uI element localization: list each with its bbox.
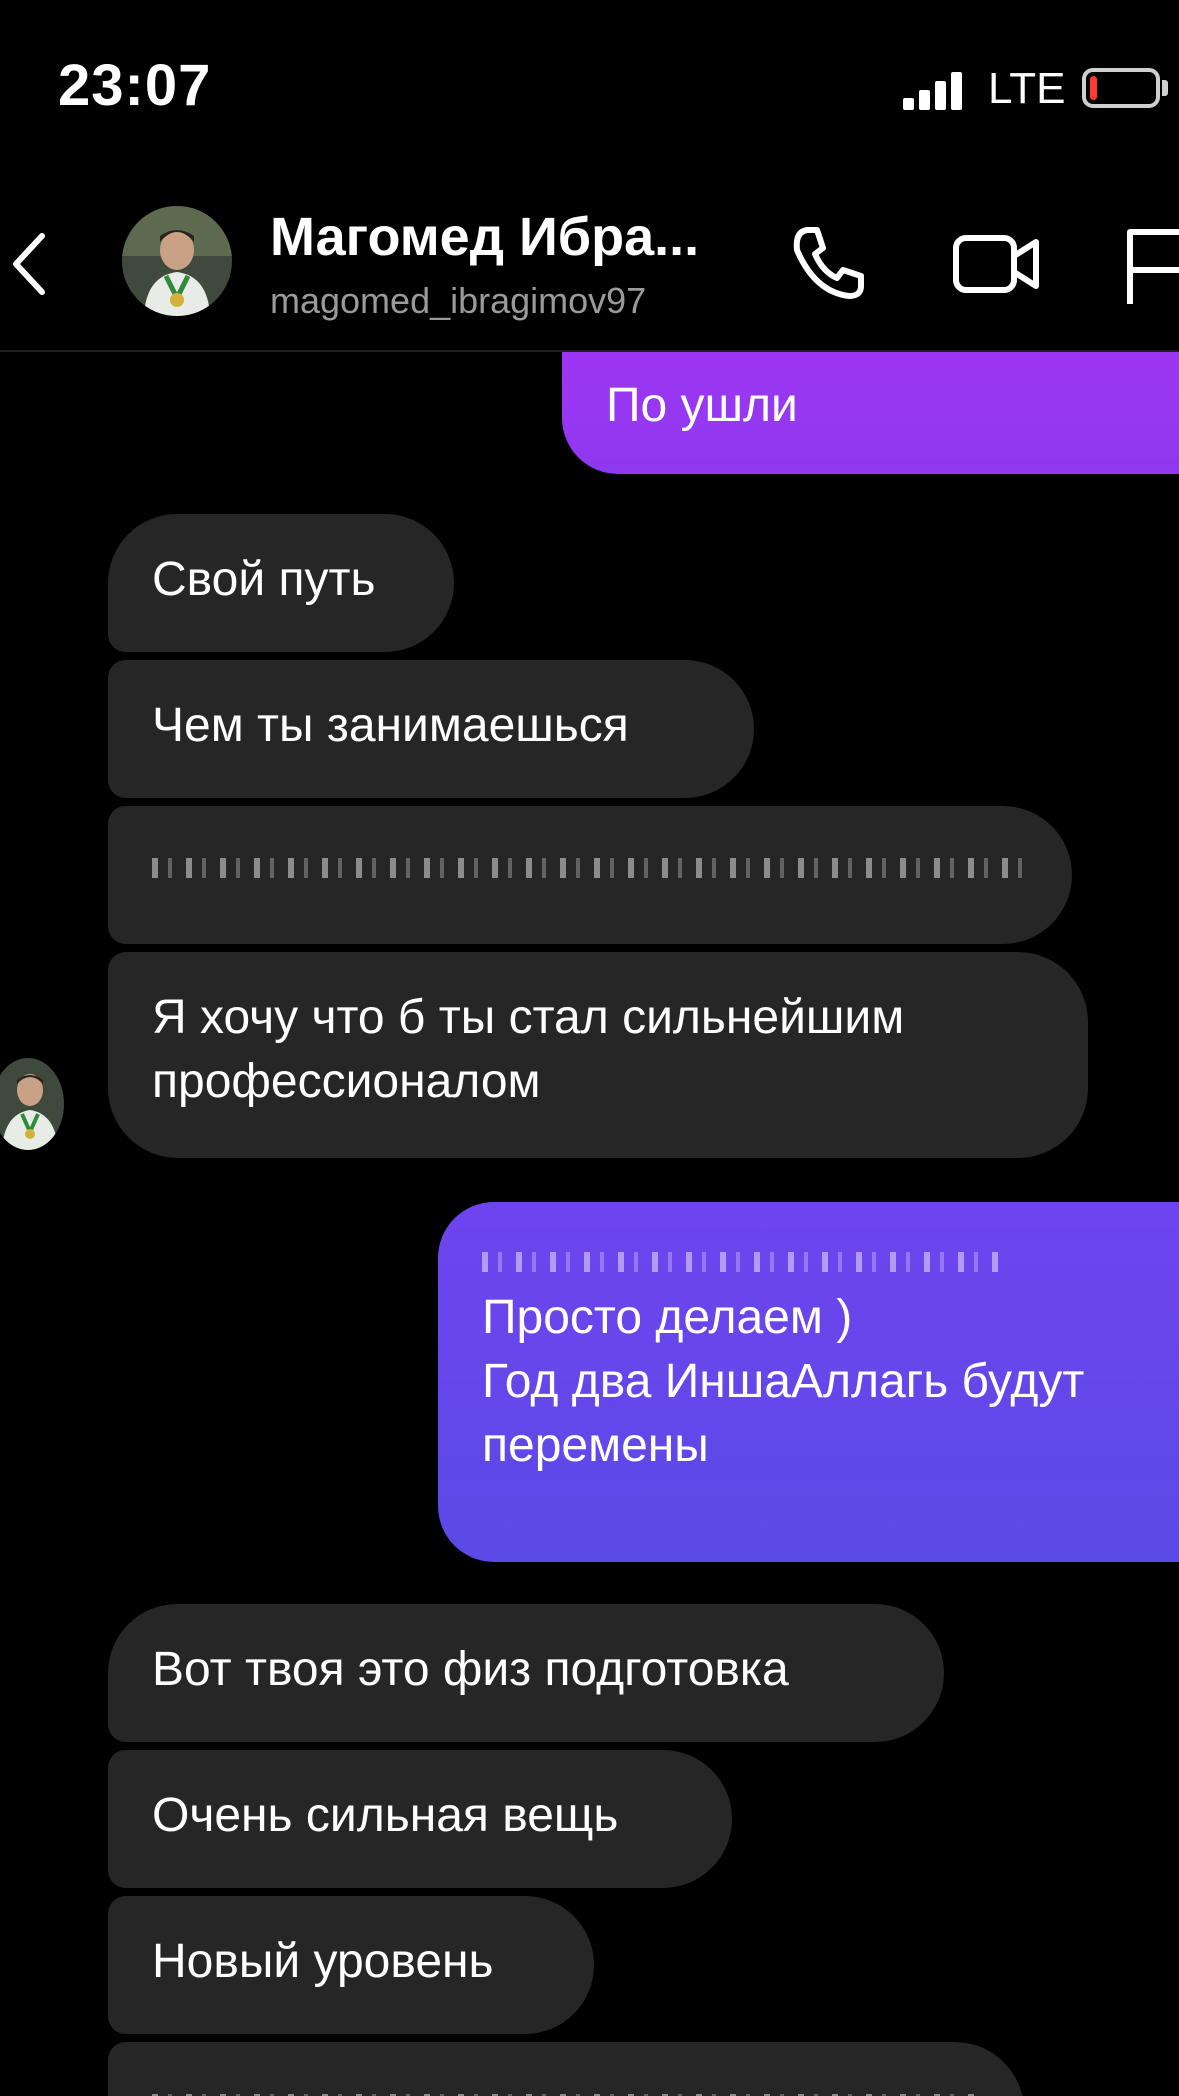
- message-text: Чем ты занимаешься: [152, 699, 629, 752]
- flag-button[interactable]: [1124, 220, 1179, 310]
- message-text-line: профессионалом: [152, 1055, 541, 1108]
- status-bar: 23:07 LTE: [0, 0, 1179, 180]
- message-incoming-redacted[interactable]: [108, 2042, 1024, 2096]
- chevron-left-icon: [13, 233, 45, 295]
- message-incoming[interactable]: Новый уровень: [108, 1896, 594, 2034]
- message-text-line: Год два ИншаАллагь будут: [482, 1355, 1085, 1408]
- message-text-line: Я хочу что б ты стал сильнейшим: [152, 991, 905, 1044]
- message-text: Вот твоя это физ подготовка: [152, 1643, 789, 1696]
- redacted-text: [152, 858, 1028, 878]
- back-button[interactable]: [2, 214, 58, 314]
- video-camera-icon: [953, 235, 1039, 293]
- video-call-button[interactable]: [948, 224, 1048, 304]
- signal-strength-icon: [903, 70, 963, 110]
- battery-cap: [1162, 80, 1168, 96]
- network-type: LTE: [988, 64, 1066, 113]
- message-text: Очень сильная вещь: [152, 1789, 619, 1842]
- message-incoming[interactable]: Свой путь: [108, 514, 454, 652]
- contact-name[interactable]: Магомед Ибра...: [270, 206, 699, 268]
- message-text: По ушли: [606, 379, 798, 432]
- message-incoming[interactable]: Я хочу что б ты стал сильнейшим професси…: [108, 952, 1088, 1158]
- phone-icon: [793, 227, 864, 299]
- message-list[interactable]: По ушли Свой путь Чем ты занимаешься Я х…: [0, 352, 1179, 2096]
- message-outgoing[interactable]: Просто делаем ) Год два ИншаАллагь будут…: [438, 1202, 1179, 1562]
- message-incoming-redacted[interactable]: [108, 806, 1072, 944]
- message-incoming[interactable]: Чем ты занимаешься: [108, 660, 754, 798]
- message-incoming[interactable]: Очень сильная вещь: [108, 1750, 732, 1888]
- avatar[interactable]: [122, 206, 232, 316]
- message-incoming[interactable]: Вот твоя это физ подготовка: [108, 1604, 944, 1742]
- sender-avatar[interactable]: [0, 1058, 64, 1150]
- battery-icon: [1082, 68, 1160, 108]
- message-text: Свой путь: [152, 553, 376, 606]
- status-time: 23:07: [58, 53, 212, 118]
- chat-header: Магомед Ибра... magomed_ibragimov97: [0, 180, 1179, 352]
- message-outgoing[interactable]: По ушли: [562, 352, 1179, 474]
- message-text: Новый уровень: [152, 1935, 494, 1988]
- contact-username[interactable]: magomed_ibragimov97: [270, 280, 646, 322]
- message-text-line: перемены: [482, 1419, 709, 1472]
- message-text-line: Просто делаем ): [482, 1291, 853, 1344]
- redacted-text: [482, 1252, 1002, 1272]
- profile-photo: [122, 206, 232, 316]
- call-button[interactable]: [785, 220, 871, 306]
- profile-photo: [0, 1058, 64, 1150]
- flag-icon: [1127, 229, 1179, 304]
- battery-level: [1090, 76, 1097, 100]
